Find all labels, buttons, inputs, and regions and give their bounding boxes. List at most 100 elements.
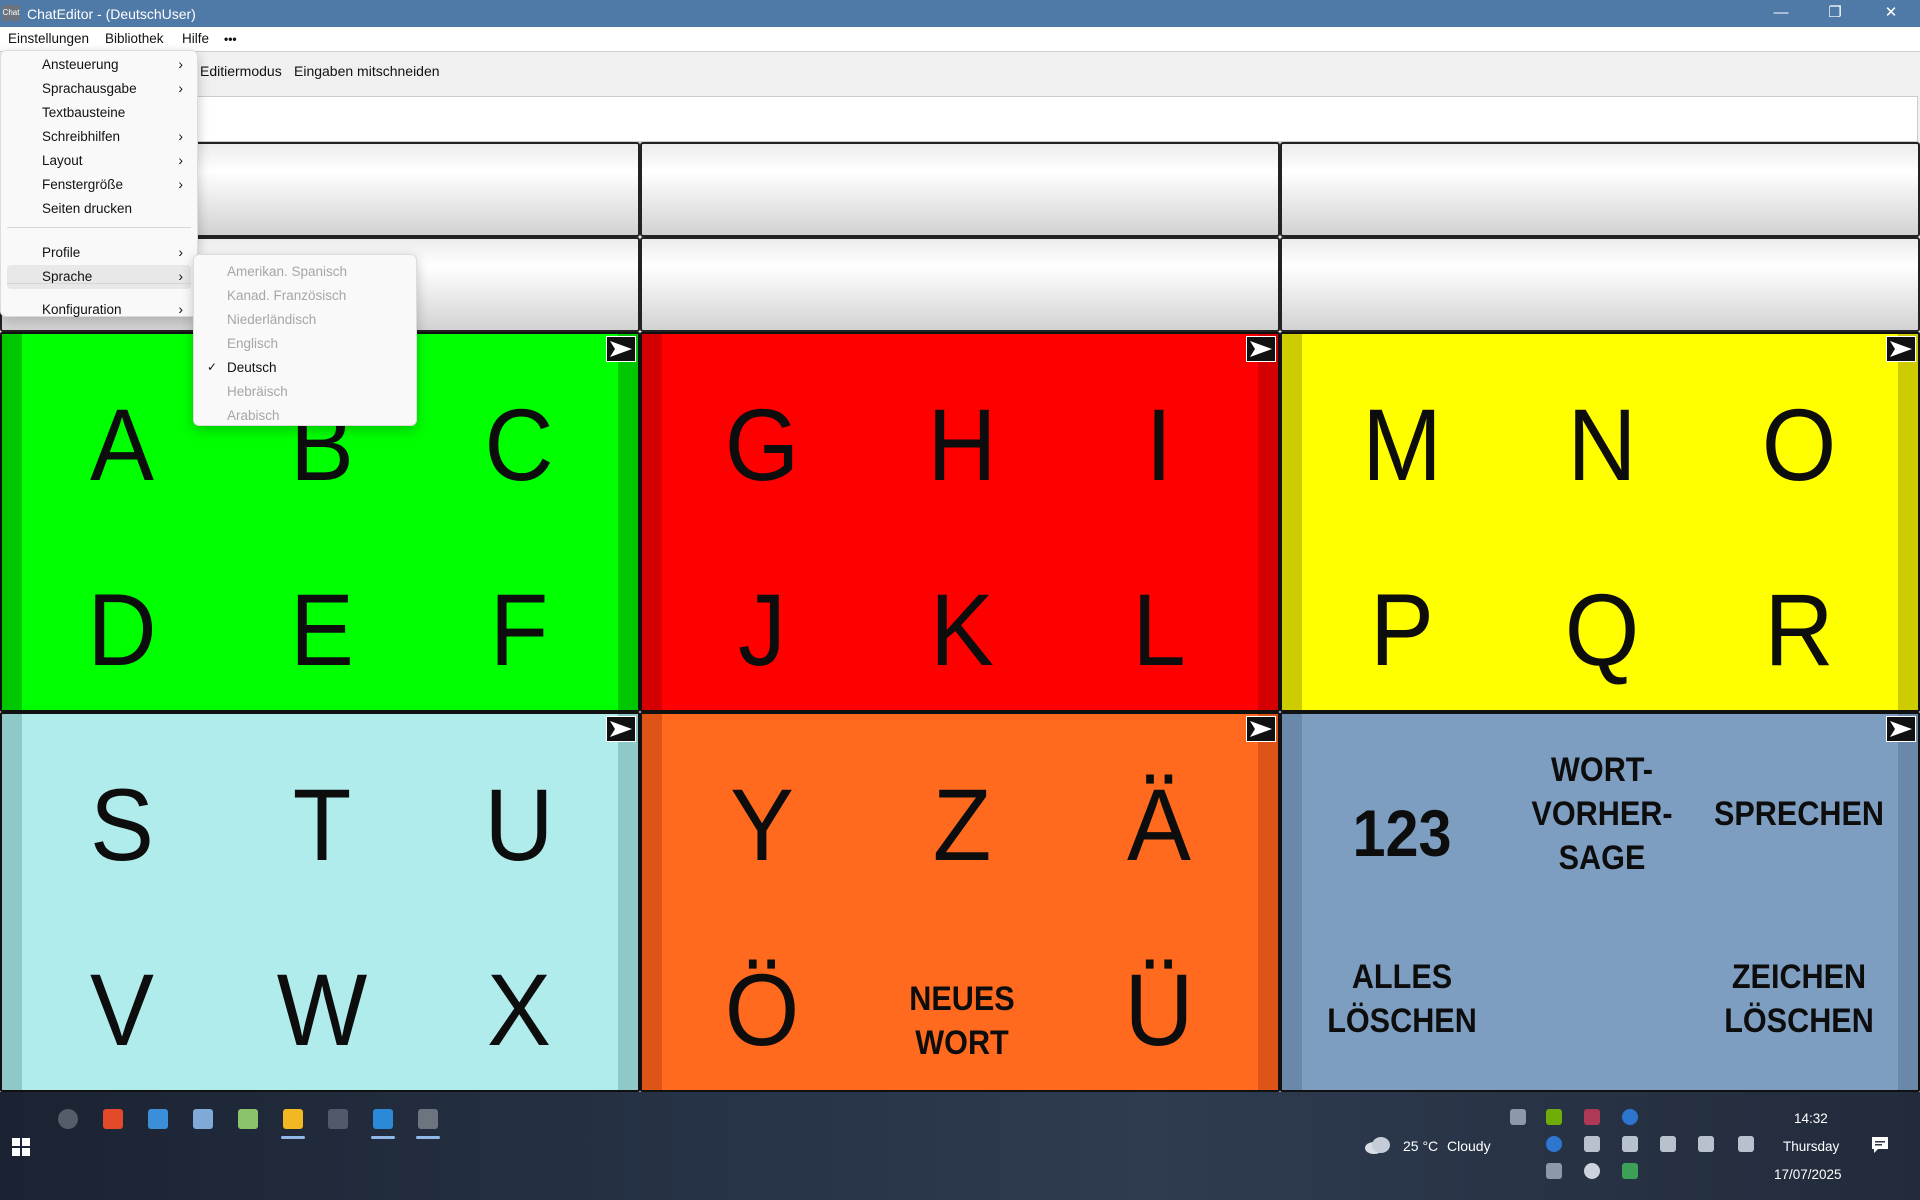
menu-item-sprachausgabe[interactable]: Sprachausgabe › [7, 77, 191, 101]
language-label: Englisch [227, 336, 279, 351]
pen-icon[interactable] [1660, 1136, 1676, 1152]
menu-item-label: Textbausteine [42, 105, 126, 120]
brave-browser-icon[interactable] [103, 1109, 123, 1129]
photos-icon[interactable] [193, 1109, 213, 1129]
menu-item-sprache[interactable]: Sprache › [7, 265, 191, 289]
checkmark-icon: ✓ [207, 360, 218, 374]
tile-arrow-icon[interactable] [1886, 716, 1916, 742]
terminal-icon[interactable] [328, 1109, 348, 1129]
tile-letter: W [276, 953, 368, 1067]
menu-item-textbausteine[interactable]: Textbausteine [7, 101, 191, 125]
prediction-button-3[interactable] [1280, 142, 1920, 237]
tile-letter: K [930, 573, 994, 687]
chevron-right-icon: › [178, 152, 183, 168]
menu-bibliothek[interactable]: Bibliothek [105, 31, 164, 46]
chevron-right-icon: › [178, 244, 183, 260]
chevron-right-icon: › [178, 80, 183, 96]
menu-separator [7, 227, 191, 228]
sprache-submenu: Amerikan. Spanisch Kanad. Französisch Nied… [193, 254, 417, 426]
editiermodus-button[interactable]: Editiermodus [200, 63, 282, 79]
tile-arrow-icon[interactable] [606, 716, 636, 742]
clock-day[interactable]: Thursday [1783, 1139, 1839, 1154]
prediction-button-6[interactable] [1280, 237, 1920, 332]
menu-item-layout[interactable]: Layout › [7, 149, 191, 173]
taskbar: 25 °C Cloudy 14:32 Thursday 17/07/2025 [0, 1092, 1920, 1200]
language-label: Niederländisch [227, 312, 317, 327]
title-bar: Chat ChatEditor - (DeutschUser) — ❐ ✕ [0, 0, 1920, 27]
language-option-amerikan-spanisch[interactable]: Amerikan. Spanisch [196, 260, 414, 284]
menu-item-fenstergröße[interactable]: Fenstergröße › [7, 173, 191, 197]
windows-start-icon[interactable] [12, 1138, 30, 1156]
r-app-icon[interactable] [1546, 1136, 1562, 1152]
more-menu-icon[interactable]: ••• [224, 32, 237, 46]
network-icon[interactable] [1546, 1163, 1562, 1179]
tile-letter: Ö [724, 953, 800, 1067]
menu-einstellungen[interactable]: Einstellungen [8, 31, 89, 46]
running-indicator [416, 1136, 440, 1139]
bluetooth-icon[interactable] [1622, 1109, 1638, 1125]
nvidia-icon[interactable] [1546, 1109, 1562, 1125]
prediction-button-2[interactable] [640, 142, 1280, 237]
weather-condition[interactable]: Cloudy [1447, 1138, 1491, 1154]
chateditor-icon[interactable] [418, 1109, 438, 1129]
tile-letter: J [738, 573, 786, 687]
menu-item-konfiguration[interactable]: Konfiguration › [7, 298, 191, 322]
eingaben-mitschneiden-button[interactable]: Eingaben mitschneiden [294, 63, 440, 79]
letter-tile-y-u[interactable]: Y Z Ä Ö NEUES WORT Ü [640, 712, 1280, 1092]
weather-temp[interactable]: 25 °C [1403, 1138, 1438, 1154]
settings-icon[interactable] [58, 1109, 78, 1129]
language-option-niederländisch[interactable]: Niederländisch [196, 308, 414, 332]
weather-cloud-icon[interactable] [1364, 1136, 1392, 1154]
headset-icon[interactable] [1584, 1163, 1600, 1179]
language-option-englisch[interactable]: Englisch [196, 332, 414, 356]
gear-icon[interactable] [1738, 1136, 1754, 1152]
notepad-icon[interactable] [238, 1109, 258, 1129]
letter-tile-g-l[interactable]: G H I J K L [640, 332, 1280, 712]
vpn-icon[interactable] [1510, 1109, 1526, 1125]
menu-item-profile[interactable]: Profile › [7, 241, 191, 265]
tile-letter: U [484, 768, 554, 882]
tile-letter: C [484, 388, 554, 502]
numbers-label: 123 [1352, 796, 1452, 870]
language-option-arabisch[interactable]: Arabisch [196, 404, 414, 428]
clock-date[interactable]: 17/07/2025 [1774, 1167, 1842, 1182]
menu-hilfe[interactable]: Hilfe [182, 31, 209, 46]
tile-letter: F [489, 573, 549, 687]
clock-time[interactable]: 14:32 [1794, 1111, 1828, 1126]
tile-letter: T [292, 768, 352, 882]
close-button[interactable]: ✕ [1868, 0, 1914, 27]
maximize-button[interactable]: ❐ [1812, 0, 1858, 27]
menu-item-schreibhilfen[interactable]: Schreibhilfen › [7, 125, 191, 149]
tile-letter: Q [1564, 573, 1640, 687]
language-option-deutsch[interactable]: ✓ Deutsch [196, 356, 414, 380]
text-output-field[interactable] [0, 96, 1918, 142]
prediction-button-5[interactable] [640, 237, 1280, 332]
minimize-button[interactable]: — [1758, 0, 1804, 27]
menu-item-label: Ansteuerung [42, 57, 119, 72]
tile-function-label: WORT- VORHER- SAGE [1531, 751, 1673, 878]
tile-arrow-icon[interactable] [1246, 716, 1276, 742]
letter-tile-s-x[interactable]: S T U V W X [0, 712, 640, 1092]
volume-icon[interactable] [1584, 1136, 1600, 1152]
letter-tile-functions[interactable]: 123 WORT- VORHER- SAGE SPRECHEN ALLES LÖSCH… [1280, 712, 1920, 1092]
tile-letter: E [290, 573, 354, 687]
running-indicator [281, 1136, 305, 1139]
menu-item-ansteuerung[interactable]: Ansteuerung › [7, 53, 191, 77]
file-explorer-icon[interactable] [283, 1109, 303, 1129]
keyboard-icon[interactable] [1698, 1136, 1714, 1152]
tile-arrow-icon[interactable] [606, 336, 636, 362]
menu-item-label: Fenstergröße [42, 177, 124, 192]
letter-tile-m-r[interactable]: M N O P Q R [1280, 332, 1920, 712]
h-app-icon[interactable] [1622, 1163, 1638, 1179]
vscode-icon[interactable] [373, 1109, 393, 1129]
audio-device-icon[interactable] [1584, 1109, 1600, 1125]
tile-arrow-icon[interactable] [1246, 336, 1276, 362]
tile-letter: V [90, 953, 154, 1067]
battery-icon[interactable] [1622, 1136, 1638, 1152]
language-option-hebräisch[interactable]: Hebräisch [196, 380, 414, 404]
remote-desktop-icon[interactable] [148, 1109, 168, 1129]
notification-icon[interactable] [1871, 1136, 1889, 1154]
tile-arrow-icon[interactable] [1886, 336, 1916, 362]
menu-item-seiten-drucken[interactable]: Seiten drucken [7, 197, 191, 221]
language-option-kanad-französisch[interactable]: Kanad. Französisch [196, 284, 414, 308]
